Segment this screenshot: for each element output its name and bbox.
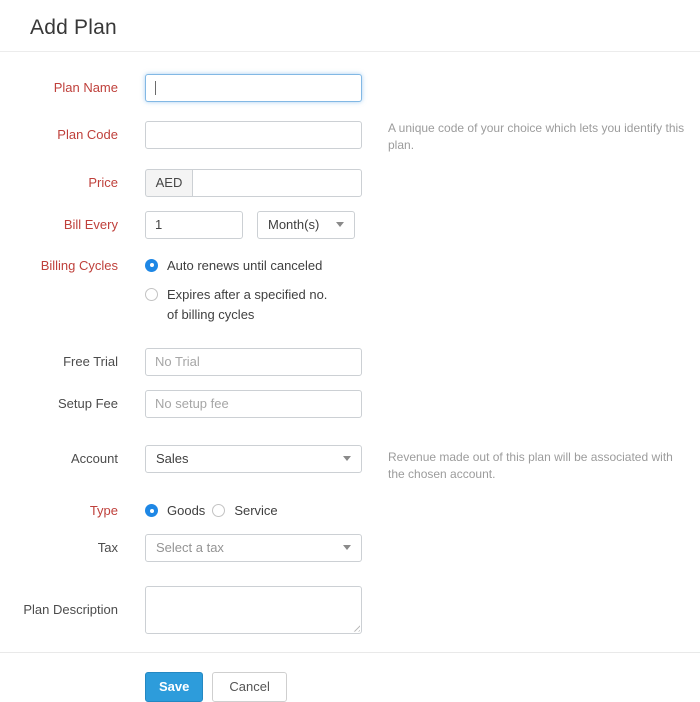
billing-cycle-option-expires[interactable]: Expires after a specified no. of billing…	[145, 287, 339, 325]
account-label: Account	[0, 451, 118, 467]
account-row: Account Sales Revenue made out of this p…	[0, 445, 700, 484]
price-input[interactable]	[192, 169, 362, 197]
type-row: Type Goods Service	[0, 503, 700, 519]
radio-selected-icon[interactable]	[145, 504, 158, 517]
billing-cycle-option-label[interactable]: Auto renews until canceled	[167, 256, 322, 276]
chevron-down-icon	[343, 545, 351, 550]
cancel-button[interactable]: Cancel	[212, 672, 286, 702]
plan-name-row: Plan Name	[0, 74, 700, 102]
free-trial-row: Free Trial	[0, 348, 700, 376]
radio-selected-icon[interactable]	[145, 259, 158, 272]
account-select[interactable]: Sales	[145, 445, 362, 473]
page-header: Add Plan	[0, 0, 700, 52]
add-plan-page: Add Plan Plan Name Plan Code A unique co…	[0, 0, 700, 702]
billing-cycle-option-auto-renew[interactable]: Auto renews until canceled	[145, 258, 339, 276]
free-trial-label: Free Trial	[0, 354, 118, 370]
text-cursor	[155, 81, 156, 95]
add-plan-form: Plan Name Plan Code A unique code of you…	[0, 52, 700, 634]
chevron-down-icon	[336, 222, 344, 227]
account-selected-value: Sales	[156, 451, 189, 466]
footer-actions: Save Cancel	[0, 653, 700, 702]
plan-code-input[interactable]	[145, 121, 362, 149]
plan-code-label: Plan Code	[0, 127, 118, 143]
type-label: Type	[0, 503, 118, 519]
plan-code-row: Plan Code A unique code of your choice w…	[0, 116, 700, 155]
bill-every-unit-value: Month(s)	[268, 217, 319, 232]
tax-placeholder-value: Select a tax	[156, 540, 224, 555]
currency-addon: AED	[145, 169, 192, 197]
bill-every-input[interactable]	[145, 211, 243, 239]
bill-every-unit-select[interactable]: Month(s)	[257, 211, 355, 239]
chevron-down-icon	[343, 456, 351, 461]
type-option-service-label[interactable]: Service	[234, 503, 277, 518]
setup-fee-input[interactable]	[145, 390, 362, 418]
price-label: Price	[0, 175, 118, 191]
bill-every-label: Bill Every	[0, 217, 118, 233]
page-title: Add Plan	[30, 16, 670, 40]
billing-cycles-label: Billing Cycles	[0, 258, 118, 274]
radio-unselected-icon[interactable]	[212, 504, 225, 517]
radio-unselected-icon[interactable]	[145, 288, 158, 301]
setup-fee-row: Setup Fee	[0, 390, 700, 418]
tax-select[interactable]: Select a tax	[145, 534, 362, 562]
plan-description-textarea[interactable]	[145, 586, 362, 634]
save-button[interactable]: Save	[145, 672, 203, 702]
billing-cycle-option-label[interactable]: Expires after a specified no. of billing…	[167, 285, 339, 325]
type-option-goods-label[interactable]: Goods	[167, 503, 205, 518]
plan-description-row: Plan Description	[0, 586, 700, 634]
bill-every-row: Bill Every Month(s)	[0, 211, 700, 239]
plan-code-helper-text: A unique code of your choice which lets …	[388, 120, 690, 155]
billing-cycles-row: Billing Cycles Auto renews until cancele…	[0, 258, 700, 325]
plan-name-label: Plan Name	[0, 80, 118, 96]
free-trial-input[interactable]	[145, 348, 362, 376]
tax-row: Tax Select a tax	[0, 534, 700, 562]
tax-label: Tax	[0, 540, 118, 556]
setup-fee-label: Setup Fee	[0, 396, 118, 412]
plan-description-label: Plan Description	[0, 602, 118, 618]
plan-name-input[interactable]	[145, 74, 362, 102]
account-helper-text: Revenue made out of this plan will be as…	[388, 449, 690, 484]
price-row: Price AED	[0, 169, 700, 197]
